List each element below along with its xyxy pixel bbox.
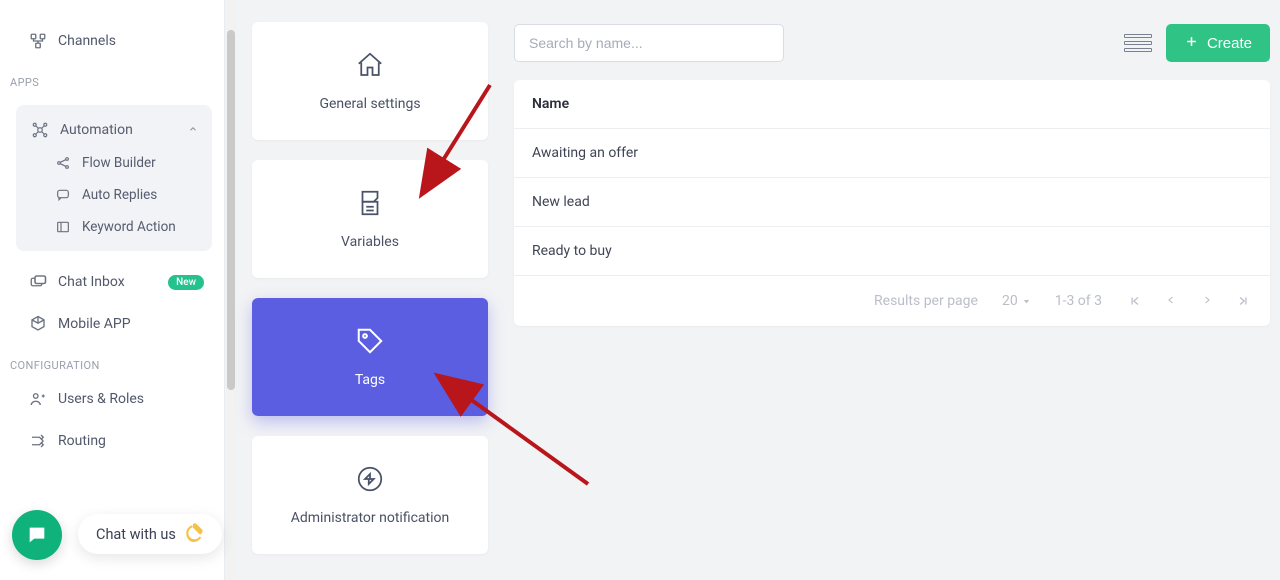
chat-icon: [54, 187, 72, 203]
first-page-icon[interactable]: [1126, 294, 1144, 308]
sidebar-label-keyword: Keyword Action: [82, 219, 176, 235]
chat-pill[interactable]: Chat with us: [78, 514, 222, 554]
list-view-toggle[interactable]: [1124, 29, 1152, 57]
toolbar: Create: [514, 24, 1270, 62]
settings-cards: General settings Variables Tags Administ…: [252, 0, 488, 580]
table-row[interactable]: Awaiting an offer: [514, 129, 1270, 178]
table-row[interactable]: Ready to buy: [514, 227, 1270, 276]
sidebar-label-auto: Auto Replies: [82, 187, 157, 203]
sidebar-item-users-roles[interactable]: Users & Roles: [0, 378, 224, 420]
table-row[interactable]: New lead: [514, 178, 1270, 227]
table-footer: Results per page 20 1-3 of 3: [514, 276, 1270, 326]
sidebar-item-chat-inbox[interactable]: Chat Inbox New: [0, 261, 224, 303]
plus-icon: [1184, 34, 1199, 53]
rpp-label: Results per page: [874, 293, 978, 309]
notification-icon: [355, 464, 385, 498]
chat-label: Chat with us: [96, 526, 176, 543]
card-variables[interactable]: Variables: [252, 160, 488, 278]
sidebar-item-automation[interactable]: Automation: [16, 113, 212, 147]
card-label-tags: Tags: [355, 372, 385, 388]
automation-icon: [30, 121, 50, 139]
tags-table: Name Awaiting an offer New lead Ready to…: [514, 80, 1270, 326]
scrollbar-thumb[interactable]: [227, 30, 235, 390]
sidebar-item-keyword-action[interactable]: Keyword Action: [16, 211, 212, 243]
new-badge: New: [168, 275, 204, 290]
sidebar-label-inbox: Chat Inbox: [58, 274, 125, 290]
mobile-icon: [28, 315, 48, 333]
section-config: CONFIGURATION: [0, 345, 224, 378]
routing-icon: [28, 432, 48, 450]
sidebar-item-mobile-app[interactable]: Mobile APP: [0, 303, 224, 345]
share-icon: [54, 155, 72, 171]
section-apps: APPS: [0, 62, 224, 95]
card-admin-notification[interactable]: Administrator notification: [252, 436, 488, 554]
layout-icon: [54, 219, 72, 235]
main-panel: Create Name Awaiting an offer New lead R…: [514, 24, 1270, 326]
prev-page-icon[interactable]: [1162, 294, 1180, 308]
create-button[interactable]: Create: [1166, 24, 1270, 62]
sidebar-item-flow-builder[interactable]: Flow Builder: [16, 147, 212, 179]
card-label-general: General settings: [319, 96, 420, 112]
scrollbar[interactable]: [225, 0, 237, 580]
create-label: Create: [1207, 35, 1252, 52]
search-input[interactable]: [514, 24, 784, 62]
rpp-value: 20: [1002, 293, 1018, 309]
card-label-variables: Variables: [341, 234, 399, 250]
range-label: 1-3 of 3: [1055, 293, 1102, 309]
card-label-admin: Administrator notification: [291, 510, 449, 526]
sidebar-label-flow: Flow Builder: [82, 155, 156, 171]
sidebar-label-mobile: Mobile APP: [58, 316, 131, 332]
chevron-up-icon: [188, 123, 198, 137]
pager: [1126, 294, 1252, 308]
sidebar-group-automation: Automation Flow Builder Auto Replies Key…: [16, 105, 212, 251]
card-general-settings[interactable]: General settings: [252, 22, 488, 140]
channels-icon: [28, 32, 48, 50]
home-icon: [355, 50, 385, 84]
sidebar: Channels APPS Automation Flow Builder Au…: [0, 0, 225, 580]
card-tags[interactable]: Tags: [252, 298, 488, 416]
last-page-icon[interactable]: [1234, 294, 1252, 308]
sidebar-label-automation: Automation: [60, 122, 133, 138]
next-page-icon[interactable]: [1198, 294, 1216, 308]
sidebar-item-routing[interactable]: Routing: [0, 420, 224, 462]
sidebar-label-users: Users & Roles: [58, 391, 144, 407]
sidebar-item-auto-replies[interactable]: Auto Replies: [16, 179, 212, 211]
wave-icon: [184, 522, 204, 546]
sidebar-item-channels[interactable]: Channels: [0, 20, 224, 62]
inbox-icon: [28, 273, 48, 291]
sidebar-label-routing: Routing: [58, 433, 106, 449]
sidebar-label-channels: Channels: [58, 33, 116, 49]
chat-fab[interactable]: [12, 510, 62, 560]
rpp-select[interactable]: 20: [1002, 293, 1031, 309]
table-header-name: Name: [514, 80, 1270, 129]
users-icon: [28, 390, 48, 408]
tags-icon: [355, 326, 385, 360]
variables-icon: [355, 188, 385, 222]
